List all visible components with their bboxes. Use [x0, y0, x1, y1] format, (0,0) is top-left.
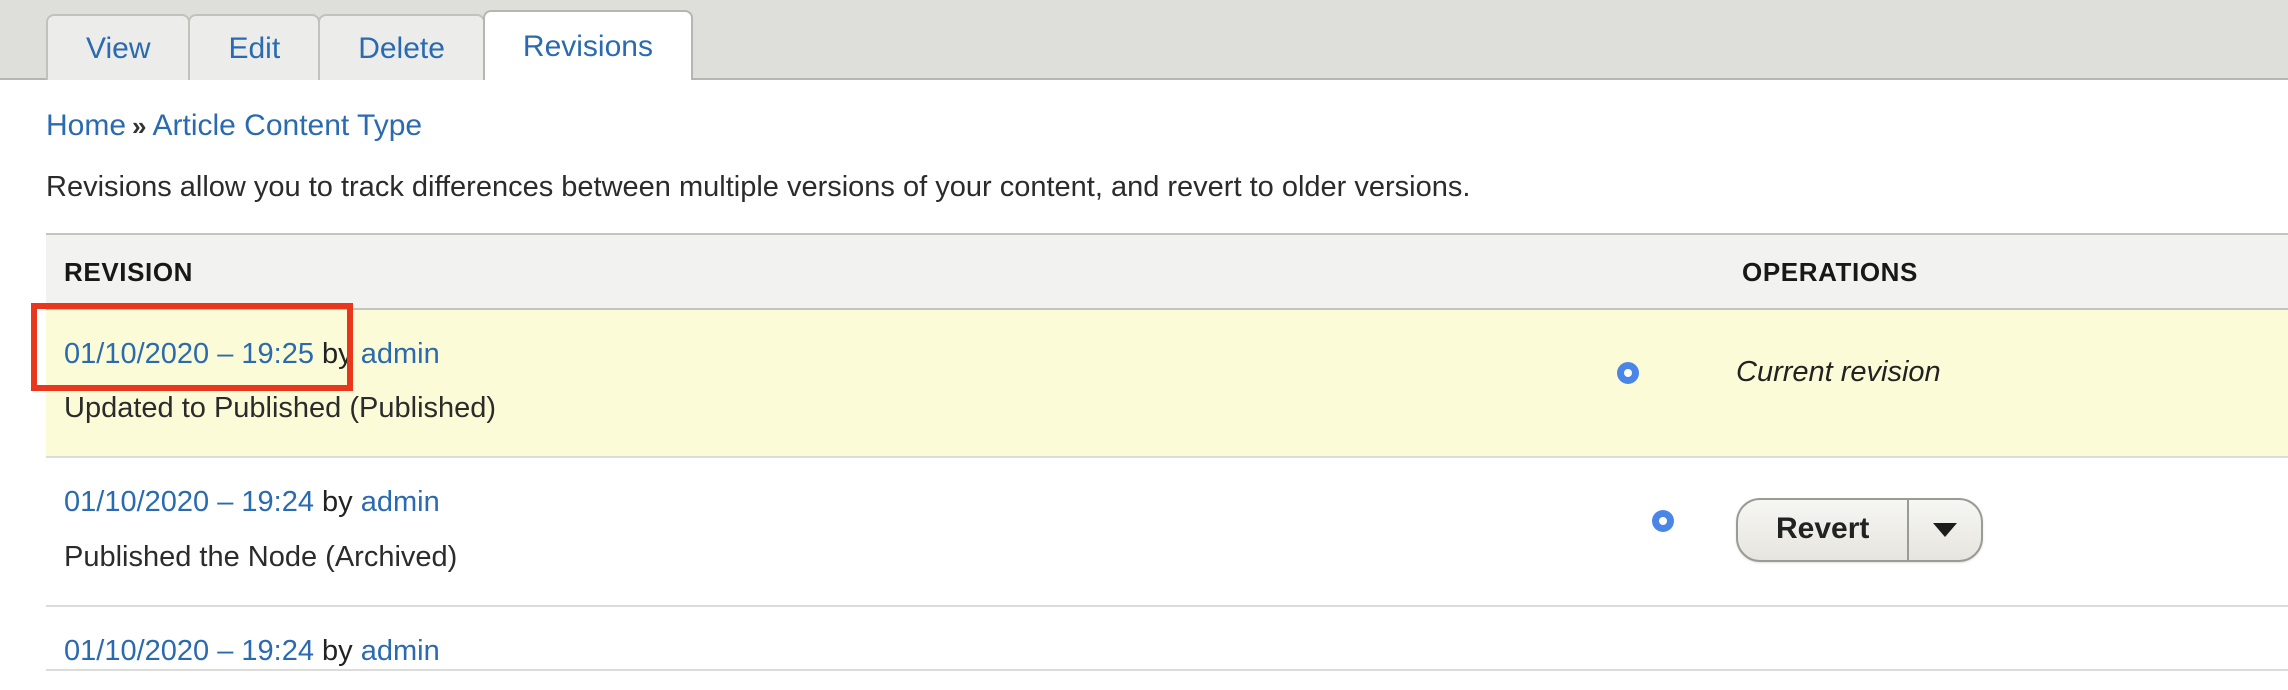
revision-title: 01/10/2020 – 19:24 by admin: [64, 633, 1532, 669]
table-row: 01/10/2020 – 19:24 by admin: [46, 605, 2288, 672]
page-root: View Edit Delete Revisions Home» Article …: [0, 0, 2288, 672]
revision-select-cell: [1532, 308, 1724, 459]
operations-cell: Current revision: [1724, 308, 2288, 459]
revision-cell: 01/10/2020 – 19:24 by admin Published th…: [46, 457, 1532, 607]
revision-author-link[interactable]: admin: [361, 486, 440, 518]
breadcrumb: Home» Article Content Type: [46, 108, 2288, 144]
tab-delete[interactable]: Delete: [318, 14, 485, 80]
operations-cell: [1724, 605, 2288, 672]
table-body: 01/10/2020 – 19:25 by admin Updated to P…: [46, 308, 2288, 672]
revision-cell: 01/10/2020 – 19:25 by admin Updated to P…: [46, 308, 1532, 459]
table-row: 01/10/2020 – 19:24 by admin Published th…: [46, 457, 2288, 607]
revert-button-group: Revert: [1736, 498, 1984, 563]
revision-cell: 01/10/2020 – 19:24 by admin: [46, 605, 1532, 672]
revisions-table: Revision Operations 01/10/2020 – 19:25 b…: [46, 232, 2288, 672]
operations-cell: Revert: [1724, 457, 2288, 607]
column-header-operations: Operations: [1724, 232, 2288, 310]
revision-by-label: by: [313, 486, 361, 519]
revision-title: 01/10/2020 – 19:24 by admin: [64, 484, 1532, 520]
revision-title: 01/10/2020 – 19:25 by admin: [64, 336, 1532, 372]
revision-by-label: by: [313, 337, 361, 370]
revert-dropdown-toggle[interactable]: [1907, 500, 1981, 561]
intro-text: Revisions allow you to track differences…: [46, 171, 1471, 203]
table-header-row: Revision Operations: [46, 232, 2288, 310]
column-header-revision: Revision: [46, 232, 1532, 310]
tab-list: View Edit Delete Revisions: [46, 10, 693, 82]
revision-date-link[interactable]: 01/10/2020 – 19:24: [64, 635, 314, 667]
revision-select-cell: [1532, 605, 1724, 672]
revision-date-link[interactable]: 01/10/2020 – 19:24: [64, 486, 314, 518]
tab-revisions[interactable]: Revisions: [482, 10, 693, 82]
revision-message: Updated to Published (Published): [64, 392, 497, 425]
table-head: Revision Operations: [46, 232, 2288, 310]
chevron-down-icon: [1933, 523, 1958, 538]
current-revision-label: Current revision: [1736, 355, 1941, 388]
breadcrumb-link-article-content-type[interactable]: Article Content Type: [153, 109, 423, 142]
breadcrumb-link-home[interactable]: Home: [46, 109, 126, 142]
tab-edit[interactable]: Edit: [188, 14, 321, 80]
revision-author-link[interactable]: admin: [361, 635, 440, 667]
revision-radio[interactable]: [1617, 361, 1639, 384]
revision-select-cell: [1532, 457, 1724, 607]
main-content: Home» Article Content Type Revisions allo…: [0, 108, 2288, 672]
breadcrumb-separator: »: [132, 111, 147, 141]
tab-bar: View Edit Delete Revisions: [0, 0, 2288, 82]
revision-radio[interactable]: [1652, 510, 1674, 533]
tab-view[interactable]: View: [46, 14, 191, 80]
revision-author-link[interactable]: admin: [361, 338, 440, 370]
revert-button[interactable]: Revert: [1738, 500, 1907, 560]
revision-by-label: by: [313, 634, 361, 667]
revision-date-link[interactable]: 01/10/2020 – 19:25: [64, 338, 314, 370]
table-row: 01/10/2020 – 19:25 by admin Updated to P…: [46, 308, 2288, 459]
revision-message: Published the Node (Archived): [64, 540, 458, 573]
column-header-radio: [1532, 232, 1724, 310]
